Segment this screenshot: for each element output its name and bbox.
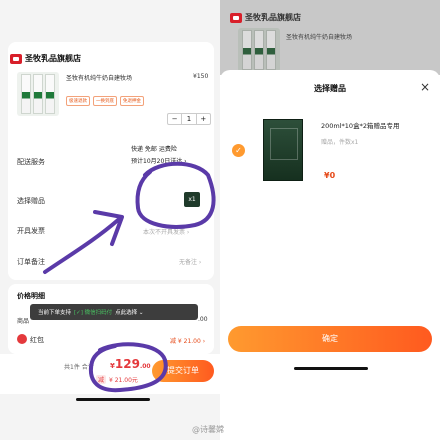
gift-product-image (263, 119, 303, 181)
shop-header[interactable]: 圣牧乳品旗舰店 (10, 53, 81, 64)
remark-value[interactable]: 无备注 › (179, 257, 201, 266)
watermark: @诗馨嫦 (192, 425, 224, 434)
close-icon[interactable]: × (420, 80, 430, 94)
home-indicator (294, 367, 368, 370)
carton-image (21, 74, 31, 114)
store-icon (230, 12, 242, 23)
price-row-value: .00 (198, 316, 208, 323)
decrease-button[interactable]: − (168, 114, 181, 124)
increase-button[interactable]: + (197, 114, 210, 124)
delivery-estimate[interactable]: 预计10月20日送达 › (131, 156, 187, 165)
shipping-info[interactable]: 快递 免邮 运费险 (131, 144, 177, 153)
bg-product-thumbnail (238, 28, 280, 72)
delivery-label: 配送服务 (17, 158, 45, 166)
carton-image (33, 74, 43, 114)
service-tag: 一换到底 (93, 96, 117, 106)
invoice-value[interactable]: 本次不开具发票 › (143, 227, 189, 236)
invoice-label: 开具发票 (17, 227, 45, 235)
home-indicator (76, 398, 150, 401)
quantity-stepper: − 1 + (167, 113, 211, 125)
service-tag: 极速退款 (66, 96, 90, 106)
service-tag: 免退押金 (120, 96, 144, 106)
product-thumbnail[interactable] (17, 72, 59, 116)
product-price: ¥150 (193, 73, 209, 80)
service-tags: 极速退款 一换到底 免退押金 (66, 96, 144, 106)
total-integer: 129 (114, 357, 140, 371)
bg-shop-name: 圣牧乳品旗舰店 (245, 13, 301, 22)
submit-order-button[interactable]: 提交订单 (152, 360, 214, 382)
bg-shop-header: 圣牧乳品旗舰店 (230, 12, 301, 23)
quantity-value[interactable]: 1 (181, 114, 197, 124)
red-packet-label: 红包 (30, 336, 44, 344)
carton-image (254, 30, 264, 70)
discount-summary: 减 ¥ 21.00元 (96, 375, 138, 384)
gift-selector[interactable]: x1 (184, 192, 200, 207)
toast-prefix: 当前下单支持 (38, 310, 72, 316)
order-confirm-panel: 圣牧乳品旗舰店 圣牧有机纯牛奶自建牧场 ¥150 极速退款 一换到底 免退押金 … (0, 0, 220, 440)
carton-image (266, 30, 276, 70)
sheet-title: 选择赠品 (314, 84, 346, 93)
gift-label: 选择赠品 (17, 197, 45, 205)
wechat-pay-option: [✓] 微信扫码付 (74, 310, 113, 316)
payment-toast[interactable]: 当前下单支持 [✓] 微信扫码付 点此选择 ⌄ (30, 304, 198, 320)
price-detail-title: 价格明细 (17, 292, 45, 300)
carton-image (45, 74, 55, 114)
confirm-button[interactable]: 确定 (228, 326, 432, 352)
discount-pill: 减 (96, 375, 107, 384)
item-count: 共1件 合计 (64, 364, 94, 371)
discount-amount: ¥ 21.00元 (109, 377, 138, 384)
shop-name: 圣牧乳品旗舰店 (25, 54, 81, 63)
carton-image (242, 30, 252, 70)
gift-price: ¥0 (324, 171, 336, 180)
gift-subtitle: 赠品，件数x1 (321, 139, 359, 146)
remark-label: 订单备注 (17, 258, 45, 266)
price-row-label: 商品 (17, 318, 30, 325)
gift-selection-panel: 圣牧乳品旗舰店 圣牧有机纯牛奶自建牧场 选择赠品 × ✓ 200ml*10盒*2… (220, 0, 440, 440)
red-packet-icon (17, 334, 27, 344)
gift-name: 200ml*10盒*2箱赠品专用 (321, 122, 400, 130)
red-packet-value[interactable]: 减 ¥ 21.00 › (170, 336, 205, 345)
checkbox-checked-icon[interactable]: ✓ (232, 144, 245, 157)
store-icon (10, 53, 22, 64)
product-title[interactable]: 圣牧有机纯牛奶自建牧场 (66, 73, 132, 82)
total-price: ¥129.00 (110, 357, 151, 371)
total-decimal: .00 (139, 363, 151, 370)
bg-product-title: 圣牧有机纯牛奶自建牧场 (286, 34, 353, 41)
toast-select: 点此选择 ⌄ (115, 310, 144, 316)
